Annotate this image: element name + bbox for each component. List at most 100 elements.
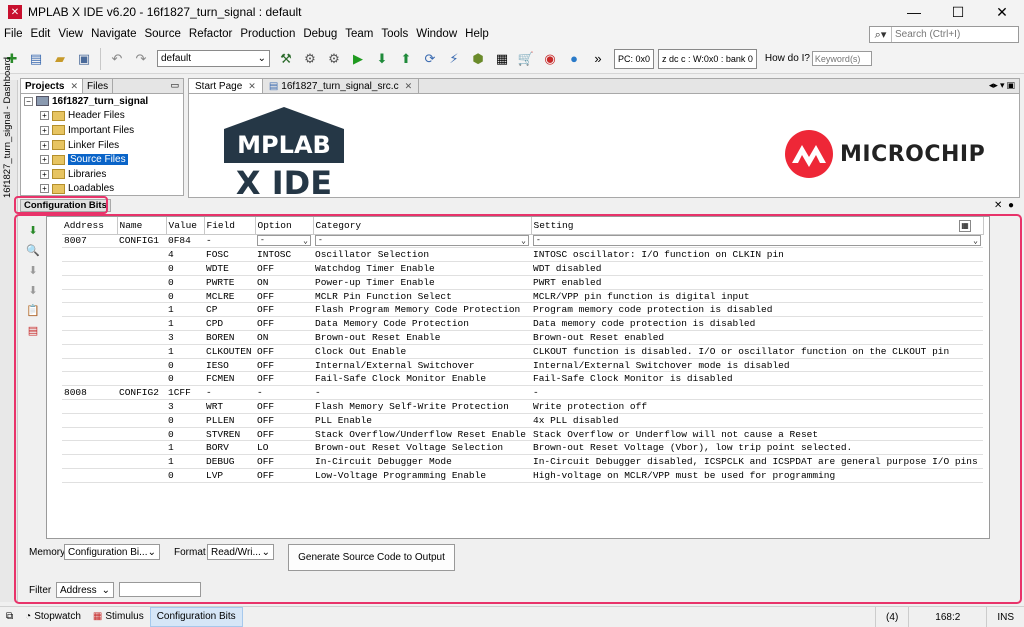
minimize-button[interactable]: — [892, 0, 936, 24]
maximize-panel-icon[interactable]: ▣ [1006, 80, 1015, 91]
read-device-icon[interactable]: ⬆ [395, 48, 417, 70]
data-visualizer-icon[interactable]: ⬢ [467, 48, 489, 70]
tab-projects[interactable]: Projects ✕ [21, 79, 84, 93]
menu-edit[interactable]: Edit [27, 28, 55, 40]
tab-source-file[interactable]: ▤ 16f1827_turn_signal_src.c ✕ [263, 79, 420, 93]
folder-icon [52, 183, 65, 194]
chevron-down-icon: ⌄ [257, 53, 266, 64]
editor-area: Start Page ✕ ▤ 16f1827_turn_signal_src.c ✕ … [188, 78, 1020, 198]
close-icon[interactable]: ✕ [248, 81, 256, 92]
pin-icon[interactable]: ● [1008, 200, 1014, 211]
notifications-badge[interactable]: (4) [875, 607, 908, 627]
undo-icon[interactable]: ↶ [106, 48, 128, 70]
menu-tools[interactable]: Tools [377, 28, 412, 40]
tab-left-icon[interactable]: ◂▸ [989, 80, 998, 91]
c-file-icon: ▤ [268, 80, 279, 92]
tree-node-source-files[interactable]: + Source Files [24, 152, 183, 167]
run-icon[interactable]: ▶ [347, 48, 369, 70]
folder-icon [52, 140, 65, 151]
cart-icon[interactable]: 🛒 [515, 48, 537, 70]
output-icon[interactable]: ⧉ [0, 607, 19, 627]
search-icon: ⌕▾ [870, 27, 892, 42]
tree-node-loadables[interactable]: + Loadables [24, 182, 183, 197]
title-bar: ✕ MPLAB X IDE v6.20 - 16f1827_turn_signa… [0, 0, 1024, 24]
configuration-select[interactable]: default ⌄ [157, 50, 270, 67]
expand-icon: + [40, 169, 49, 179]
maximize-button[interactable]: ☐ [936, 0, 980, 24]
search-input[interactable]: Search (Ctrl+I) [892, 29, 960, 40]
harmony-icon[interactable]: ◉ [539, 48, 561, 70]
tree-root[interactable]: − 16f1827_turn_signal [24, 94, 183, 109]
hold-reset-icon[interactable]: ⚡ [443, 48, 465, 70]
build-config-icon[interactable]: ⚙ [323, 48, 345, 70]
projects-panel: Projects ✕ Files ▭ − 16f1827_turn_signal … [20, 78, 184, 196]
menu-production[interactable]: Production [236, 28, 299, 40]
menu-navigate[interactable]: Navigate [87, 28, 140, 40]
close-button[interactable]: ✕ [980, 0, 1024, 24]
menu-view[interactable]: View [54, 28, 87, 40]
toolbar-divider [100, 47, 101, 70]
microchip-wordmark: MICROCHIP [840, 141, 986, 167]
tree-node-libraries[interactable]: + Libraries [24, 167, 183, 182]
status-bar: ⧉ ◔ Stopwatch ▦ Stimulus Configuration Bit… [0, 606, 1024, 627]
search-box[interactable]: ⌕▾ Search (Ctrl+I) [869, 26, 1019, 43]
minimize-panel-icon[interactable]: ▭ [170, 80, 179, 91]
tree-node-important-files[interactable]: + Important Files [24, 123, 183, 138]
configuration-bits-status-tab[interactable]: Configuration Bits [149, 606, 243, 627]
mplab-x-ide-logo: MPLAB X IDE [224, 107, 344, 197]
editor-tabs: Start Page ✕ ▤ 16f1827_turn_signal_src.c ✕ … [189, 79, 1019, 94]
menu-file[interactable]: File [0, 28, 27, 40]
reset-icon[interactable]: ⟳ [419, 48, 441, 70]
more-icon[interactable]: » [587, 48, 609, 70]
tab-start-page[interactable]: Start Page ✕ [189, 79, 263, 93]
logo-mplab-text: MPLAB [237, 131, 331, 159]
code-configurator-icon[interactable]: ● [563, 48, 585, 70]
projects-tabs: Projects ✕ Files ▭ [21, 79, 183, 94]
menu-help[interactable]: Help [461, 28, 493, 40]
expand-icon: + [40, 125, 49, 135]
stimulus-tab[interactable]: ▦ Stimulus [87, 607, 150, 627]
project-icon [36, 96, 49, 107]
tab-list-icon[interactable]: ▾ [1000, 80, 1005, 91]
mplab-app-icon: ✕ [8, 5, 22, 19]
expand-icon: + [40, 111, 49, 121]
folder-icon [52, 110, 65, 121]
tab-files[interactable]: Files [83, 79, 114, 93]
close-icon[interactable]: ✕ [405, 81, 413, 92]
new-file-icon[interactable]: ▤ [25, 48, 47, 70]
expand-icon: + [40, 184, 49, 194]
microchip-logo-icon [785, 130, 833, 178]
menu-window[interactable]: Window [412, 28, 461, 40]
open-project-icon[interactable]: ▰ [49, 48, 71, 70]
menu-debug[interactable]: Debug [299, 28, 341, 40]
project-name: 16f1827_turn_signal [52, 95, 149, 107]
close-icon[interactable]: ✕ [994, 200, 1002, 211]
folder-icon [52, 125, 65, 136]
build-icon[interactable]: ⚒ [275, 48, 297, 70]
microchip-logo: MICROCHIP [784, 129, 985, 179]
stopwatch-tab[interactable]: ◔ Stopwatch [19, 607, 87, 627]
expand-icon: + [40, 140, 49, 150]
logo-xide-text: X IDE [236, 164, 332, 197]
dashboard-label[interactable]: 16f1827_turn_signal - Dashboard [2, 57, 13, 198]
clean-build-icon[interactable]: ⚙ [299, 48, 321, 70]
cursor-position: 168:2 [908, 607, 986, 627]
tree-node-linker-files[interactable]: + Linker Files [24, 138, 183, 153]
highlight-panel-outline [14, 214, 1022, 604]
tree-node-header-files[interactable]: + Header Files [24, 109, 183, 124]
collapse-icon[interactable]: − [24, 96, 33, 106]
keyword-input[interactable] [811, 51, 872, 66]
log-icon[interactable]: ▦ [491, 48, 513, 70]
highlight-tab-outline [14, 196, 108, 214]
redo-icon[interactable]: ↷ [130, 48, 152, 70]
program-device-icon[interactable]: ⬇ [371, 48, 393, 70]
menu-refactor[interactable]: Refactor [185, 28, 236, 40]
stimulus-icon: ▦ [92, 611, 103, 622]
close-icon[interactable]: ✕ [70, 81, 78, 92]
register-readout: z dc c : W:0x0 : bank 0 [658, 48, 757, 69]
menu-team[interactable]: Team [341, 28, 377, 40]
save-all-icon[interactable]: ▣ [73, 48, 95, 70]
window-title: MPLAB X IDE v6.20 - 16f1827_turn_signal … [28, 5, 302, 19]
stopwatch-icon: ◔ [25, 611, 32, 622]
menu-source[interactable]: Source [140, 28, 184, 40]
